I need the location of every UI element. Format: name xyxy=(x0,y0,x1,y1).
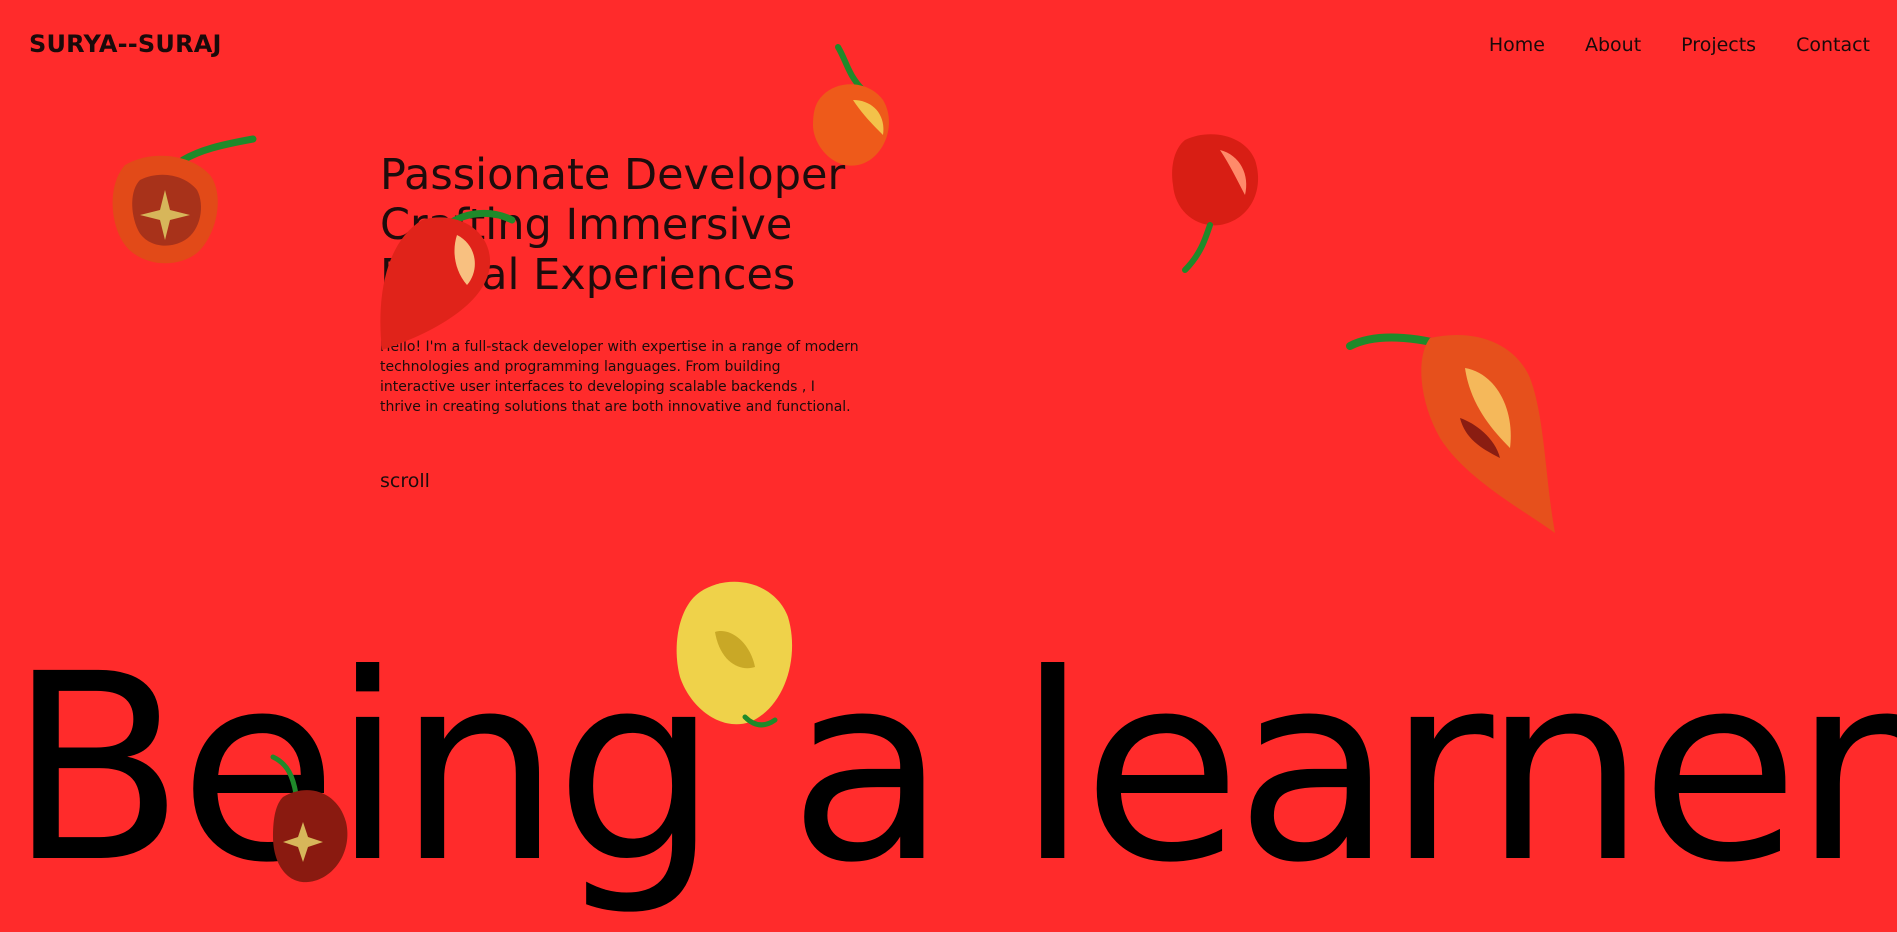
pepper-icon xyxy=(1165,130,1265,275)
pepper-icon xyxy=(105,135,257,270)
brand-logo[interactable]: SURYA--SURAJ xyxy=(29,30,222,58)
nav-home[interactable]: Home xyxy=(1489,34,1545,56)
pepper-icon xyxy=(1345,328,1585,538)
pepper-icon xyxy=(268,752,358,887)
pepper-icon xyxy=(808,44,893,170)
main-nav: Home About Projects Contact xyxy=(1489,34,1870,56)
pepper-icon xyxy=(670,572,805,732)
nav-contact[interactable]: Contact xyxy=(1796,34,1870,56)
pepper-icon xyxy=(372,205,522,355)
nav-about[interactable]: About xyxy=(1585,34,1641,56)
nav-projects[interactable]: Projects xyxy=(1681,34,1756,56)
scroll-indicator[interactable]: scroll xyxy=(380,470,430,492)
